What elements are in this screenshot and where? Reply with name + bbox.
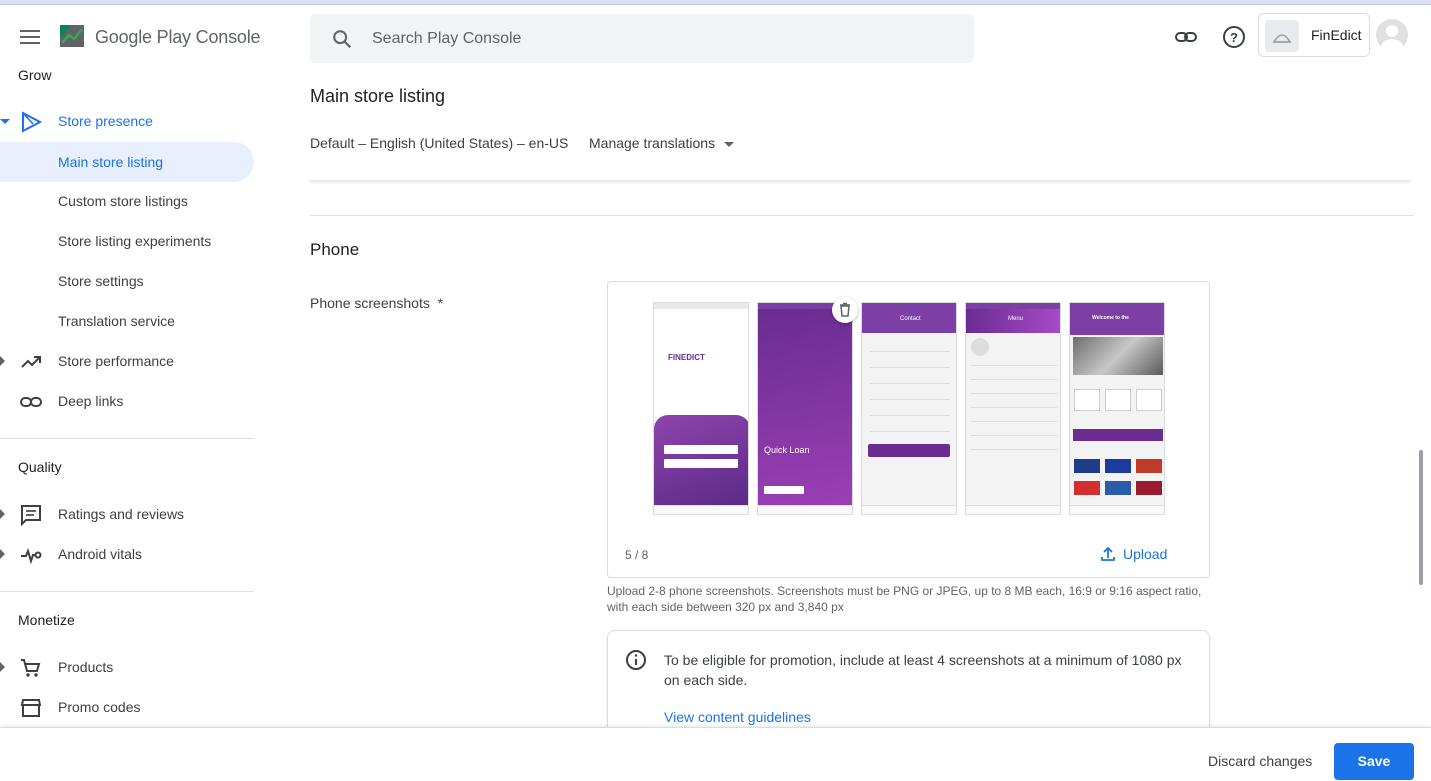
sidebar-item-store-settings[interactable]: Store settings xyxy=(0,261,254,301)
discard-changes-button[interactable]: Discard changes xyxy=(1208,753,1312,769)
reviews-icon xyxy=(21,505,41,527)
main-content: Main store listing Default – English (Un… xyxy=(258,67,1431,740)
account-name: FinEdict xyxy=(1311,27,1362,43)
card-bottom-edge xyxy=(310,177,1410,180)
sidebar-item-store-performance[interactable]: Store performance xyxy=(0,341,254,381)
screenshot-thumbnail[interactable]: Quick Loan xyxy=(757,302,853,515)
screenshots-panel: FINEDICT Quick Loan Contact Menu Welcome… xyxy=(607,281,1210,578)
default-language: Default – English (United States) – en-U… xyxy=(310,135,569,151)
search-icon xyxy=(333,30,352,49)
avatar[interactable] xyxy=(1376,19,1408,51)
search-input[interactable]: Search Play Console xyxy=(310,14,974,63)
page-title: Main store listing xyxy=(310,86,446,106)
trending-up-icon xyxy=(21,356,41,368)
promotion-info-card: To be eligible for promotion, include at… xyxy=(607,630,1210,740)
screen-title-text: Welcome to the xyxy=(1092,315,1129,321)
screen-title-text: Menu xyxy=(1008,316,1024,322)
storefront-icon xyxy=(20,699,42,717)
android-app-icon xyxy=(1265,20,1299,52)
screenshot-counter: 5 / 8 xyxy=(625,548,649,562)
promotion-info-text: To be eligible for promotion, include at… xyxy=(664,652,1182,688)
sidebar-item-store-presence[interactable]: Store presence xyxy=(0,101,254,141)
sidebar-item-products[interactable]: Products xyxy=(0,647,254,687)
screenshot-thumbnail[interactable]: Contact xyxy=(861,302,957,515)
vertical-scrollbar[interactable] xyxy=(1419,450,1423,585)
sidebar-nav: Grow Store presence Main store listing C… xyxy=(0,67,258,727)
expand-arrow-icon xyxy=(0,662,5,672)
menu-icon[interactable] xyxy=(18,27,42,47)
section-quality: Quality xyxy=(18,459,62,475)
play-store-icon xyxy=(22,111,43,133)
link-icon[interactable] xyxy=(1172,23,1200,51)
screenshot-thumbnail[interactable]: Menu xyxy=(965,302,1061,515)
expand-arrow-icon xyxy=(0,509,5,519)
brand-title: Google Play Console xyxy=(95,27,261,47)
manage-translations-dropdown[interactable]: Manage translations xyxy=(589,135,734,151)
section-monetize: Monetize xyxy=(18,612,75,628)
phone-screenshots-label: Phone screenshots * xyxy=(310,295,444,311)
save-button[interactable]: Save xyxy=(1334,743,1414,780)
screenshot-thumbnail[interactable]: Welcome to the xyxy=(1069,302,1165,515)
top-app-bar: Google Play Console Search Play Console … xyxy=(0,5,1431,67)
sidebar-item-ratings-reviews[interactable]: Ratings and reviews xyxy=(0,494,254,534)
expand-arrow-icon xyxy=(0,119,10,124)
footer-action-bar: Discard changes Save xyxy=(0,727,1431,781)
sidebar-divider xyxy=(0,438,254,439)
svg-text:?: ? xyxy=(1230,30,1238,45)
link-icon xyxy=(20,397,42,407)
search-placeholder: Search Play Console xyxy=(372,30,522,47)
expand-arrow-icon xyxy=(0,549,5,559)
section-grow: Grow xyxy=(18,67,52,83)
sidebar-item-promo-codes[interactable]: Promo codes xyxy=(0,687,254,727)
sidebar-item-android-vitals[interactable]: Android vitals xyxy=(0,534,254,574)
upload-button[interactable]: Upload xyxy=(1101,546,1168,562)
sidebar-item-store-listing-experiments[interactable]: Store listing experiments xyxy=(0,221,254,261)
vitals-icon xyxy=(21,547,42,565)
delete-screenshot-button[interactable] xyxy=(832,297,858,323)
trash-icon xyxy=(840,302,850,317)
screen-brand-text: FINEDICT xyxy=(668,353,705,362)
cart-icon xyxy=(21,659,41,677)
view-content-guidelines-link[interactable]: View content guidelines xyxy=(664,709,811,725)
account-switcher[interactable]: FinEdict xyxy=(1258,13,1370,57)
sidebar-item-deep-links[interactable]: Deep links xyxy=(0,381,254,421)
expand-arrow-icon xyxy=(0,356,5,366)
play-console-logo-icon xyxy=(60,25,84,47)
screenshot-requirements-text: Upload 2-8 phone screenshots. Screenshot… xyxy=(607,584,1202,614)
screenshot-thumbnail[interactable]: FINEDICT xyxy=(653,302,749,515)
sidebar-divider xyxy=(0,591,254,592)
help-icon[interactable]: ? xyxy=(1220,23,1248,51)
screen-title-text: Quick Loan xyxy=(764,445,810,455)
sidebar-item-custom-store-listings[interactable]: Custom store listings xyxy=(0,181,254,221)
section-divider xyxy=(310,215,1414,216)
info-icon xyxy=(626,650,646,670)
phone-section-heading: Phone xyxy=(310,240,360,259)
sidebar-item-translation-service[interactable]: Translation service xyxy=(0,301,254,341)
upload-label: Upload xyxy=(1123,546,1168,562)
sidebar-item-main-store-listing[interactable]: Main store listing xyxy=(0,142,254,182)
upload-icon xyxy=(1101,546,1115,561)
screen-title-text: Contact xyxy=(900,316,921,322)
